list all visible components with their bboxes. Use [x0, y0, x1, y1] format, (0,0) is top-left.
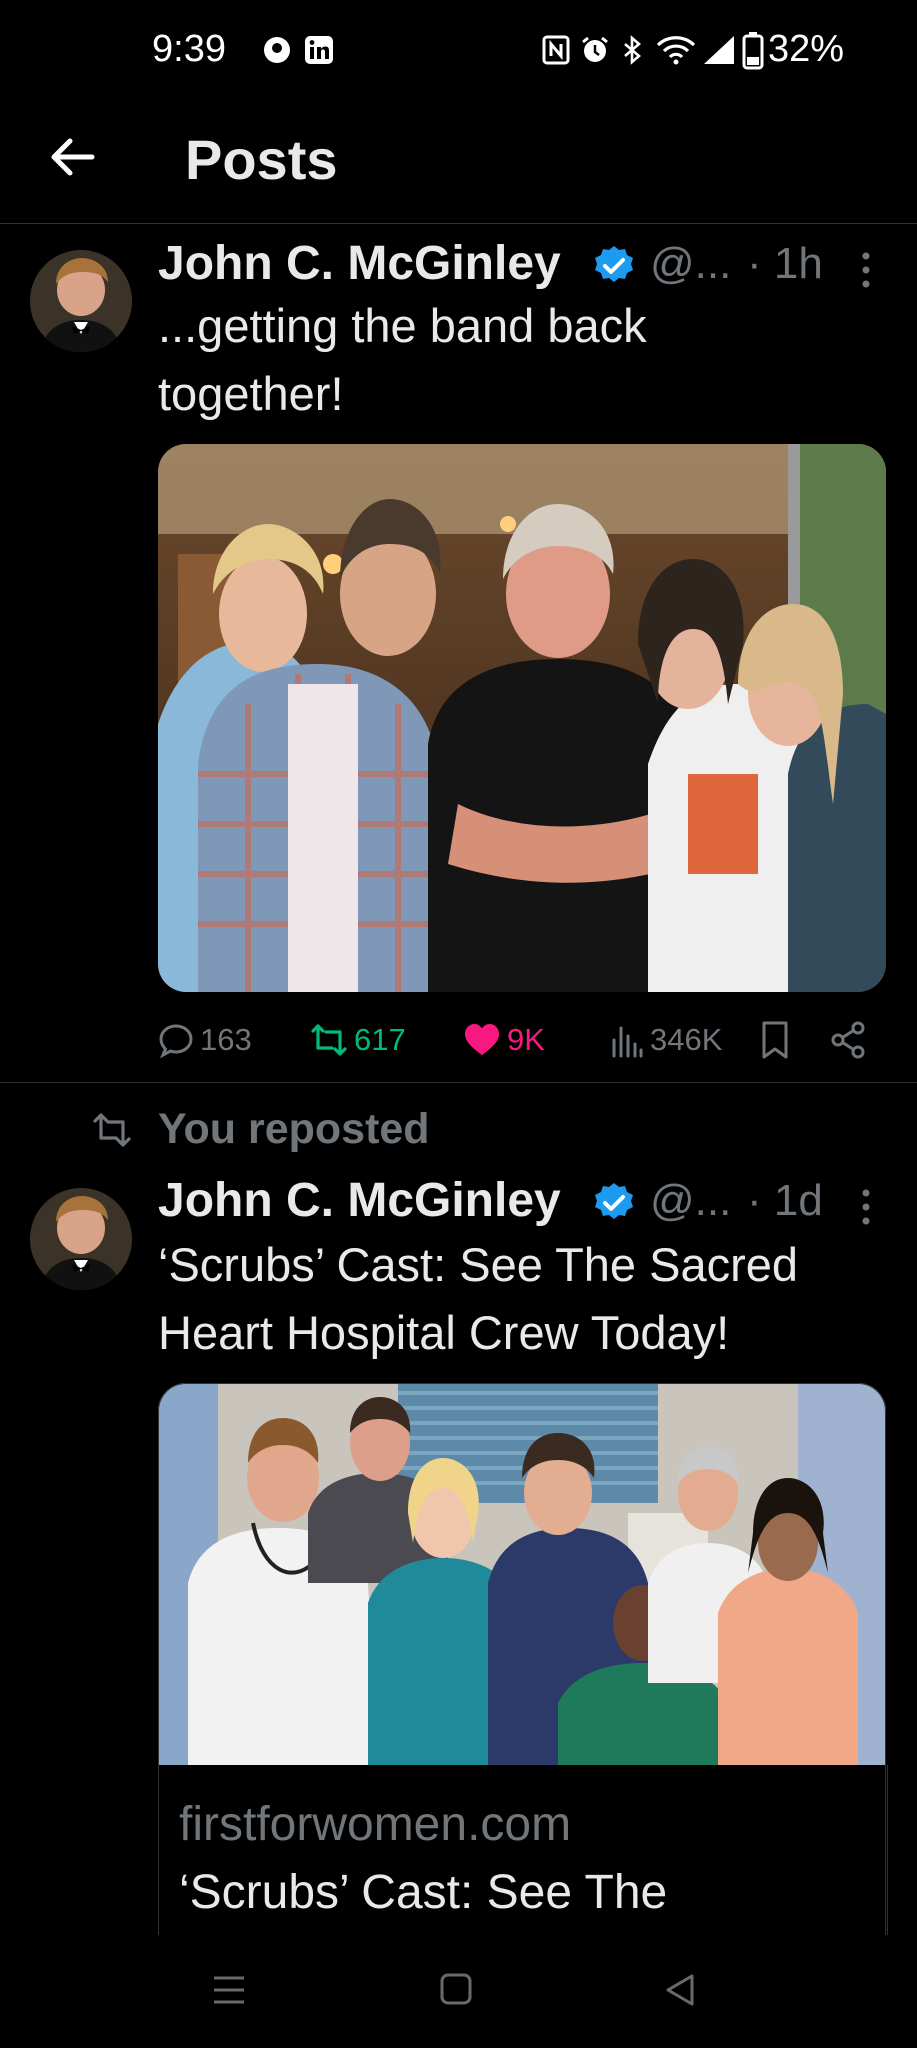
- like-button[interactable]: 9K: [463, 1020, 545, 1060]
- top-app-bar: Posts: [0, 105, 917, 224]
- repost-icon: [311, 1024, 347, 1056]
- post-text-line: Heart Hospital Crew Today!: [158, 1306, 730, 1359]
- signal-icon: [704, 36, 734, 64]
- post-1[interactable]: John C. McGinley @... · 1h ...getting th…: [0, 224, 917, 1082]
- back-triangle-icon[interactable]: [664, 1973, 696, 2007]
- author-handle[interactable]: @...: [650, 1176, 731, 1226]
- wifi-icon: [656, 36, 696, 65]
- arrow-left-icon[interactable]: [46, 131, 98, 183]
- notification-circle-icon: [264, 37, 290, 63]
- status-bar: 9:39 32%: [0, 0, 917, 105]
- system-nav-bar: [0, 1935, 917, 2048]
- status-time: 9:39: [152, 28, 226, 70]
- group-photo: [158, 444, 886, 992]
- verified-badge-icon: [595, 1183, 633, 1219]
- link-card-image[interactable]: [158, 1383, 886, 1765]
- avatar-photo: [30, 1188, 132, 1290]
- like-count: 9K: [507, 1022, 545, 1057]
- avatar-photo: [30, 250, 132, 352]
- bar-chart-icon: [612, 1026, 643, 1058]
- post-text: ...getting the band back together!: [158, 292, 647, 428]
- reply-button[interactable]: 163: [158, 1020, 252, 1060]
- repost-label[interactable]: You reposted: [158, 1105, 430, 1154]
- post-text-line: ...getting the band back: [158, 299, 647, 352]
- post-image[interactable]: [158, 444, 886, 992]
- repost-button[interactable]: 617: [310, 1020, 406, 1060]
- nfc-icon: [542, 35, 570, 65]
- battery-percent: 32%: [768, 28, 845, 70]
- avatar[interactable]: [30, 1188, 132, 1290]
- author-name[interactable]: John C. McGinley: [158, 236, 561, 291]
- repost-count: 617: [354, 1022, 406, 1057]
- post-text: ‘Scrubs’ Cast: See The Sacred Heart Hosp…: [158, 1231, 798, 1367]
- page-title: Posts: [185, 128, 338, 191]
- views-button[interactable]: 346K: [610, 1020, 722, 1060]
- bluetooth-icon: [624, 35, 641, 65]
- battery-icon: [742, 32, 764, 70]
- menu-icon[interactable]: [212, 1975, 246, 2005]
- share-icon[interactable]: [830, 1020, 866, 1060]
- more-options-icon[interactable]: [858, 250, 874, 290]
- verified-badge-icon: [595, 246, 633, 282]
- link-card[interactable]: firstforwomen.com ‘Scrubs’ Cast: See The: [158, 1765, 888, 1935]
- reply-icon: [159, 1024, 193, 1058]
- reply-count: 163: [200, 1022, 252, 1057]
- bookmark-icon[interactable]: [760, 1020, 790, 1060]
- link-card-title: ‘Scrubs’ Cast: See The: [179, 1866, 668, 1919]
- post-text-line: together!: [158, 367, 344, 420]
- repost-indicator-icon: [93, 1113, 131, 1147]
- view-count: 346K: [650, 1022, 723, 1057]
- more-options-icon[interactable]: [858, 1187, 874, 1227]
- post-time: · 1h: [747, 239, 823, 288]
- cast-photo: [158, 1383, 886, 1765]
- avatar[interactable]: [30, 250, 132, 352]
- author-handle[interactable]: @...: [650, 239, 731, 289]
- home-square-icon[interactable]: [440, 1973, 472, 2005]
- post-time: · 1d: [747, 1176, 823, 1225]
- linkedin-icon: [305, 36, 333, 64]
- author-name[interactable]: John C. McGinley: [158, 1173, 561, 1228]
- post-text-line: ‘Scrubs’ Cast: See The Sacred: [158, 1238, 799, 1291]
- link-card-domain: firstforwomen.com: [179, 1798, 572, 1851]
- alarm-icon: [582, 36, 608, 62]
- heart-icon: [465, 1024, 499, 1055]
